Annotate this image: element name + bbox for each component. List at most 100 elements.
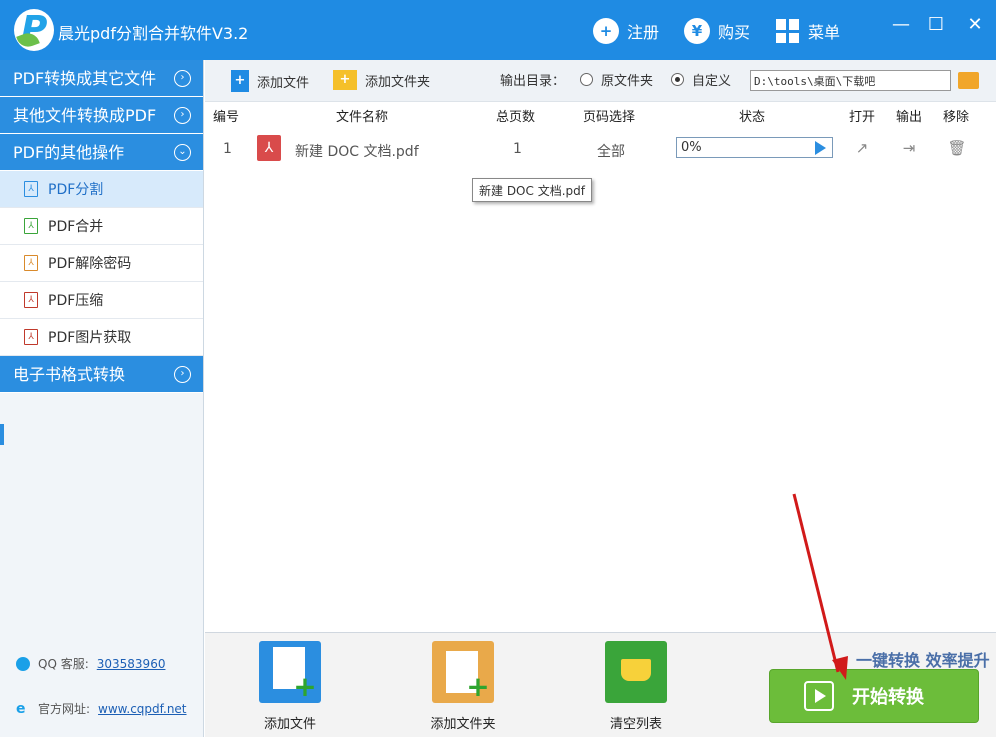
row-pages: 1 <box>513 141 522 157</box>
col-open: 打开 <box>849 110 876 125</box>
pdf-file-icon: ⅄ <box>24 255 38 271</box>
sidebar-section-pdf-other-ops[interactable]: PDF的其他操作 ⌄ <box>0 134 203 171</box>
chevron-down-icon: ⌄ <box>174 144 191 161</box>
section-label: 电子书格式转换 <box>13 365 126 384</box>
row-range[interactable]: 全部 <box>597 141 625 161</box>
sidebar-item-pdf-image-extract[interactable]: ⅄ PDF图片获取 <box>0 319 203 356</box>
browse-folder-icon[interactable] <box>958 72 979 89</box>
sidebar-item-pdf-unlock[interactable]: ⅄ PDF解除密码 <box>0 245 203 282</box>
register-label: 注册 <box>627 23 660 42</box>
register-button[interactable]: + 注册 <box>593 17 659 45</box>
add-file-big-icon: + <box>259 641 321 703</box>
radio-label: 原文件夹 <box>601 74 654 89</box>
pdf-file-icon: ⅄ <box>24 329 38 345</box>
yen-icon: ¥ <box>684 18 710 44</box>
section-label: PDF转换成其它文件 <box>13 69 157 88</box>
radio-label: 自定义 <box>692 74 732 89</box>
open-external-icon[interactable]: ↗ <box>852 139 872 159</box>
col-remove: 移除 <box>943 110 970 125</box>
site-label: 官方网址: <box>38 702 91 716</box>
menu-button[interactable]: 菜单 <box>776 17 840 45</box>
sidebar-item-pdf-compress[interactable]: ⅄ PDF压缩 <box>0 282 203 319</box>
clear-list-label: 清空列表 <box>609 717 662 732</box>
pdf-file-icon: ⅄ <box>24 218 38 234</box>
sidebar-section-pdf-to-other[interactable]: PDF转换成其它文件 › <box>0 60 203 97</box>
app-logo-icon: P <box>14 9 54 51</box>
trash-icon[interactable]: 🗑 <box>947 139 967 159</box>
sidebar-item-label: PDF图片获取 <box>48 330 132 346</box>
col-index: 编号 <box>213 110 240 125</box>
col-name: 文件名称 <box>336 110 389 125</box>
add-file-label: 添加文件 <box>257 75 310 91</box>
progress-text: 0% <box>681 140 702 155</box>
chevron-right-icon: › <box>174 107 191 124</box>
clear-list-button[interactable]: 清空列表 <box>581 641 691 732</box>
sidebar: PDF转换成其它文件 › 其他文件转换成PDF › PDF的其他操作 ⌄ ⅄ P… <box>0 60 204 737</box>
output-path-input[interactable]: D:\tools\桌面\下载吧 <box>750 70 951 91</box>
big-add-folder-button[interactable]: + 添加文件夹 <box>408 641 518 732</box>
chevron-right-icon: › <box>174 70 191 87</box>
site-link[interactable]: www.cqpdf.net <box>98 702 186 716</box>
app-title: 晨光pdf分割合并软件V3.2 <box>58 24 249 43</box>
file-name-tooltip: 新建 DOC 文档.pdf <box>472 178 592 202</box>
col-range: 页码选择 <box>583 110 636 125</box>
radio-original-folder[interactable]: 原文件夹 <box>580 70 653 89</box>
official-site: e 官方网址: www.cqpdf.net <box>16 700 187 717</box>
big-add-file-button[interactable]: + 添加文件 <box>235 641 345 732</box>
radio-selected-icon <box>671 73 684 86</box>
add-file-button[interactable]: + 添加文件 <box>231 70 309 92</box>
buy-button[interactable]: ¥ 购买 <box>684 17 750 45</box>
user-add-icon: + <box>593 18 619 44</box>
pdf-file-icon: ⅄ <box>257 135 281 161</box>
radio-icon <box>580 73 593 86</box>
big-add-folder-label: 添加文件夹 <box>430 717 496 732</box>
add-file-icon: + <box>231 70 249 92</box>
add-folder-icon: + <box>333 70 357 90</box>
big-add-file-label: 添加文件 <box>263 717 316 732</box>
sidebar-item-pdf-split[interactable]: ⅄ PDF分割 <box>0 171 203 208</box>
browser-icon: e <box>16 700 26 717</box>
grid-menu-icon <box>776 19 800 43</box>
toolbar: + 添加文件 + 添加文件夹 输出目录： 原文件夹 自定义 D:\tools\桌… <box>205 60 996 102</box>
export-icon[interactable]: ⇥ <box>899 139 919 159</box>
col-output: 输出 <box>896 110 923 125</box>
sidebar-section-other-to-pdf[interactable]: 其他文件转换成PDF › <box>0 97 203 134</box>
start-convert-label: 开始转换 <box>852 687 924 708</box>
sidebar-item-label: PDF合并 <box>48 219 104 235</box>
annotation-arrow <box>792 493 848 680</box>
row-index: 1 <box>223 141 232 157</box>
sidebar-item-label: PDF解除密码 <box>48 256 132 272</box>
add-folder-button[interactable]: + 添加文件夹 <box>333 70 430 90</box>
status-progress-bar: 0% <box>676 137 833 158</box>
scroll-indicator <box>0 424 4 445</box>
maximize-button[interactable]: ☐ <box>924 14 948 35</box>
sidebar-item-pdf-merge[interactable]: ⅄ PDF合并 <box>0 208 203 245</box>
col-pages: 总页数 <box>496 110 536 125</box>
qq-icon <box>16 656 30 671</box>
qq-support: QQ 客服: 303583960 <box>16 655 165 672</box>
table-row[interactable]: 1 ⅄ 新建 DOC 文档.pdf 1 全部 0% ↗ ⇥ 🗑 <box>205 127 996 171</box>
qq-number-link[interactable]: 303583960 <box>97 657 166 671</box>
sidebar-item-label: PDF压缩 <box>48 293 104 309</box>
broom-icon <box>605 641 667 703</box>
section-label: 其他文件转换成PDF <box>13 106 157 125</box>
add-folder-label: 添加文件夹 <box>365 74 431 90</box>
pdf-file-icon: ⅄ <box>24 181 38 197</box>
minimize-button[interactable]: — <box>889 14 913 35</box>
chevron-right-icon: › <box>174 366 191 383</box>
qq-label: QQ 客服: <box>38 657 89 671</box>
col-status: 状态 <box>739 110 766 125</box>
file-table-header: 编号 文件名称 总页数 页码选择 状态 打开 输出 移除 <box>205 102 996 125</box>
output-dir-label: 输出目录： <box>500 74 566 89</box>
buy-label: 购买 <box>718 23 751 42</box>
slogan-text: 一键转换 效率提升 <box>856 651 990 670</box>
sidebar-item-label: PDF分割 <box>48 182 104 198</box>
pdf-file-icon: ⅄ <box>24 292 38 308</box>
sidebar-section-ebook[interactable]: 电子书格式转换 › <box>0 356 203 393</box>
bottom-action-bar: + 添加文件 + 添加文件夹 清空列表 一键转换 效率提升 开始转换 <box>205 632 996 737</box>
play-icon[interactable] <box>815 141 826 155</box>
section-label: PDF的其他操作 <box>13 143 125 162</box>
row-file-name: 新建 DOC 文档.pdf <box>295 144 419 160</box>
close-button[interactable]: ✕ <box>963 14 987 35</box>
radio-custom-folder[interactable]: 自定义 <box>671 70 731 89</box>
